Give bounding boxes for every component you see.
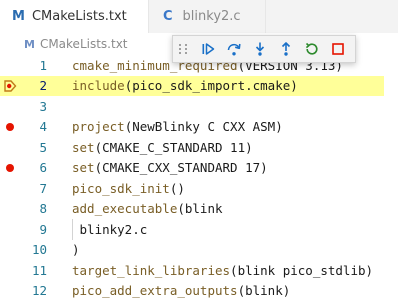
step-out-button[interactable] [273, 38, 299, 60]
step-out-icon [278, 41, 294, 57]
line-number: 9 [20, 222, 47, 237]
tab-label: blinky2.c [183, 9, 241, 24]
debug-toolbar [172, 35, 356, 63]
code-text: blinky2.c [72, 222, 147, 237]
breakpoint-icon[interactable] [6, 123, 14, 131]
code-text: ) [72, 242, 80, 257]
code-function: set [72, 140, 95, 155]
code-editor[interactable]: 1 cmake_minimum_required(VERSION 3.13) 2… [0, 55, 398, 294]
gutter[interactable] [0, 55, 20, 76]
restart-button[interactable] [299, 38, 325, 60]
step-over-button[interactable] [221, 38, 247, 60]
gutter[interactable] [0, 260, 20, 281]
code-text: pico_add_extra_outputs(blink) [72, 283, 290, 298]
code-line: 4 project(NewBlinky C CXX ASM) [0, 117, 398, 138]
code-args: (CMAKE_CXX_STANDARD 17) [95, 160, 268, 175]
step-into-button[interactable] [247, 38, 273, 60]
cmake-file-icon: M [24, 38, 35, 51]
code-args: ) [72, 242, 80, 257]
code-text: pico_sdk_init() [72, 181, 185, 196]
c-file-icon: C [163, 9, 173, 24]
code-args: blinky2.c [72, 222, 147, 237]
code-line: 12 pico_add_extra_outputs(blink) [0, 281, 398, 301]
code-line: 9 blinky2.c [0, 219, 398, 240]
gutter[interactable] [0, 158, 20, 179]
code-line: 10 ) [0, 240, 398, 261]
code-line: 6 set(CMAKE_CXX_STANDARD 17) [0, 158, 398, 179]
code-function: pico_add_extra_outputs [72, 283, 238, 298]
line-number: 6 [20, 160, 47, 175]
code-line-current: 2 include(pico_sdk_import.cmake) [0, 76, 398, 97]
continue-button[interactable] [195, 38, 221, 60]
code-line: 3 [0, 96, 398, 117]
breadcrumb-item-file[interactable]: CMakeLists.txt [40, 37, 128, 51]
tab-bar: M CMakeLists.txt C blinky2.c [0, 0, 398, 33]
line-number: 1 [20, 58, 47, 73]
stop-button[interactable] [325, 38, 351, 60]
code-args: (blink pico_stdlib) [230, 263, 373, 278]
drag-handle-icon[interactable] [179, 40, 189, 58]
gutter[interactable] [0, 76, 20, 97]
line-number: 4 [20, 119, 47, 134]
code-line: 8 add_executable(blink [0, 199, 398, 220]
line-number: 2 [20, 78, 47, 93]
gutter[interactable] [0, 240, 20, 261]
continue-icon [200, 41, 216, 57]
tab-label: CMakeLists.txt [32, 9, 127, 24]
code-text: target_link_libraries(blink pico_stdlib) [72, 263, 373, 278]
code-args: (blink [177, 201, 222, 216]
code-args: (NewBlinky C CXX ASM) [125, 119, 283, 134]
line-number: 8 [20, 201, 47, 216]
gutter[interactable] [0, 178, 20, 199]
code-function: project [72, 119, 125, 134]
tab-cmakelists[interactable]: M CMakeLists.txt [0, 0, 148, 33]
breakpoint-icon[interactable] [6, 164, 14, 172]
gutter[interactable] [0, 96, 20, 117]
line-number: 3 [20, 99, 47, 114]
line-number: 7 [20, 181, 47, 196]
code-args: (CMAKE_C_STANDARD 11) [95, 140, 253, 155]
code-args: (blink) [238, 283, 291, 298]
gutter[interactable] [0, 199, 20, 220]
line-number: 5 [20, 140, 47, 155]
code-line: 7 pico_sdk_init() [0, 178, 398, 199]
code-text: include(pico_sdk_import.cmake) [72, 78, 298, 93]
code-text: project(NewBlinky C CXX ASM) [72, 119, 283, 134]
editor-scrollbar[interactable] [384, 55, 398, 294]
restart-icon [304, 41, 320, 57]
gutter[interactable] [0, 281, 20, 301]
tab-blinky2[interactable]: C blinky2.c [148, 0, 266, 33]
code-line: 11 target_link_libraries(blink pico_stdl… [0, 260, 398, 281]
line-number: 11 [20, 263, 47, 278]
cmake-file-icon: M [12, 9, 25, 24]
gutter[interactable] [0, 219, 20, 240]
step-over-icon [226, 41, 242, 57]
code-args: () [170, 181, 185, 196]
line-number: 10 [20, 242, 47, 257]
code-args: (pico_sdk_import.cmake) [125, 78, 298, 93]
code-function: pico_sdk_init [72, 181, 170, 196]
current-execution-arrow-icon [3, 79, 17, 93]
gutter[interactable] [0, 137, 20, 158]
code-function: set [72, 160, 95, 175]
code-text: add_executable(blink [72, 201, 223, 216]
code-text: set(CMAKE_CXX_STANDARD 17) [72, 160, 268, 175]
code-line: 5 set(CMAKE_C_STANDARD 11) [0, 137, 398, 158]
code-function: add_executable [72, 201, 177, 216]
stop-icon [330, 41, 346, 57]
gutter[interactable] [0, 117, 20, 138]
line-number: 12 [20, 283, 47, 298]
code-function: target_link_libraries [72, 263, 230, 278]
code-text: set(CMAKE_C_STANDARD 11) [72, 140, 253, 155]
code-function: include [72, 78, 125, 93]
step-into-icon [252, 41, 268, 57]
